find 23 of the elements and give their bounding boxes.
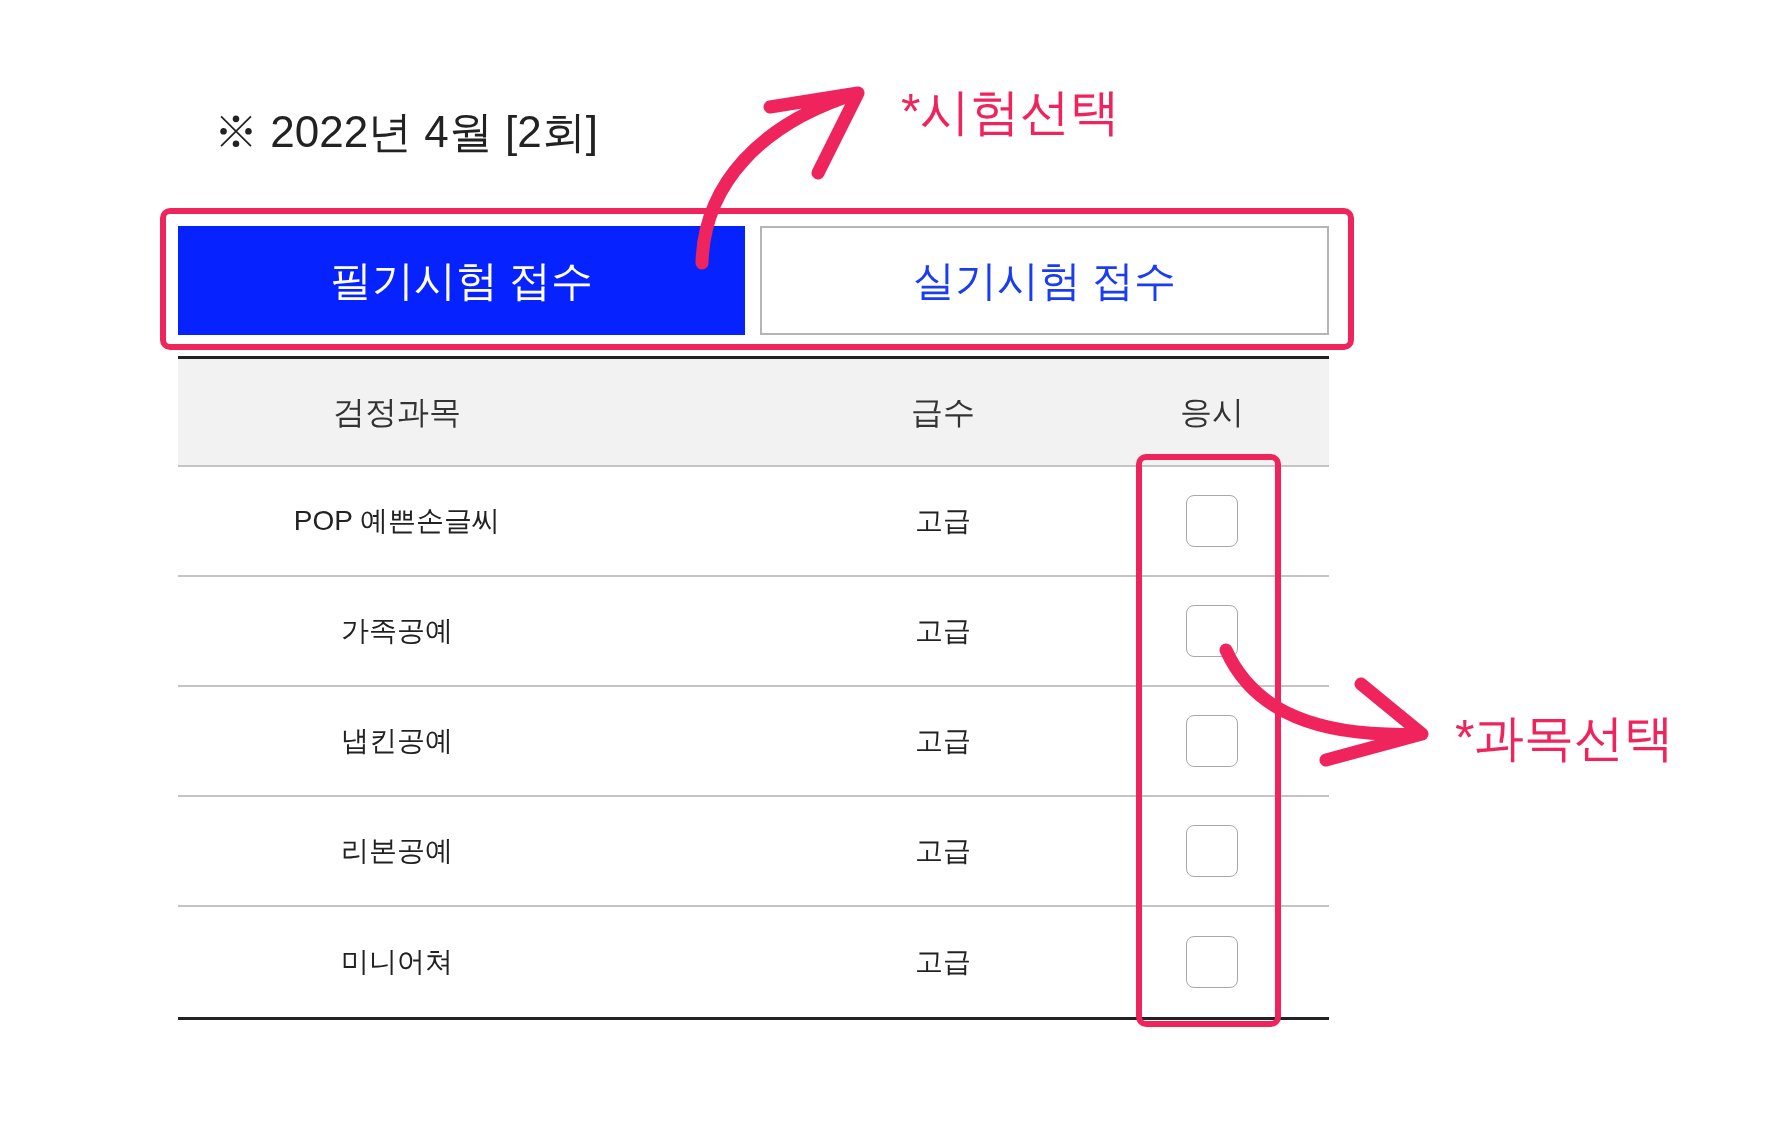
exam-session-heading: ※ 2022년 4월 [2회] bbox=[214, 106, 598, 158]
checkbox[interactable] bbox=[1186, 825, 1238, 877]
column-heading: 급수 bbox=[910, 393, 975, 432]
subject-name: 가족공예 bbox=[341, 614, 453, 648]
checkbox[interactable] bbox=[1186, 715, 1238, 767]
tab[interactable]: 필기시험 접수 bbox=[178, 226, 745, 335]
annotation-label: *시험선택 bbox=[901, 83, 1121, 142]
grade-text: 고급 bbox=[914, 724, 971, 758]
checkbox[interactable] bbox=[1186, 605, 1238, 657]
grade-text: 고급 bbox=[914, 614, 971, 648]
column-heading: 응시 bbox=[1180, 393, 1244, 432]
grade-text: 고급 bbox=[914, 504, 971, 538]
column-heading: 검정과목 bbox=[333, 393, 461, 432]
grade-text: 고급 bbox=[914, 945, 971, 979]
checkbox[interactable] bbox=[1186, 495, 1238, 547]
subject-name: 냅킨공예 bbox=[341, 724, 453, 758]
subject-name: POP 예쁜손글씨 bbox=[293, 504, 501, 538]
annotation-label: *과목선택 bbox=[1455, 709, 1675, 768]
subject-name: 미니어쳐 bbox=[341, 945, 453, 979]
subject-name: 리본공예 bbox=[341, 834, 453, 868]
checkbox[interactable] bbox=[1186, 936, 1238, 988]
tab[interactable]: 실기시험 접수 bbox=[760, 226, 1329, 335]
grade-text: 고급 bbox=[914, 834, 971, 868]
